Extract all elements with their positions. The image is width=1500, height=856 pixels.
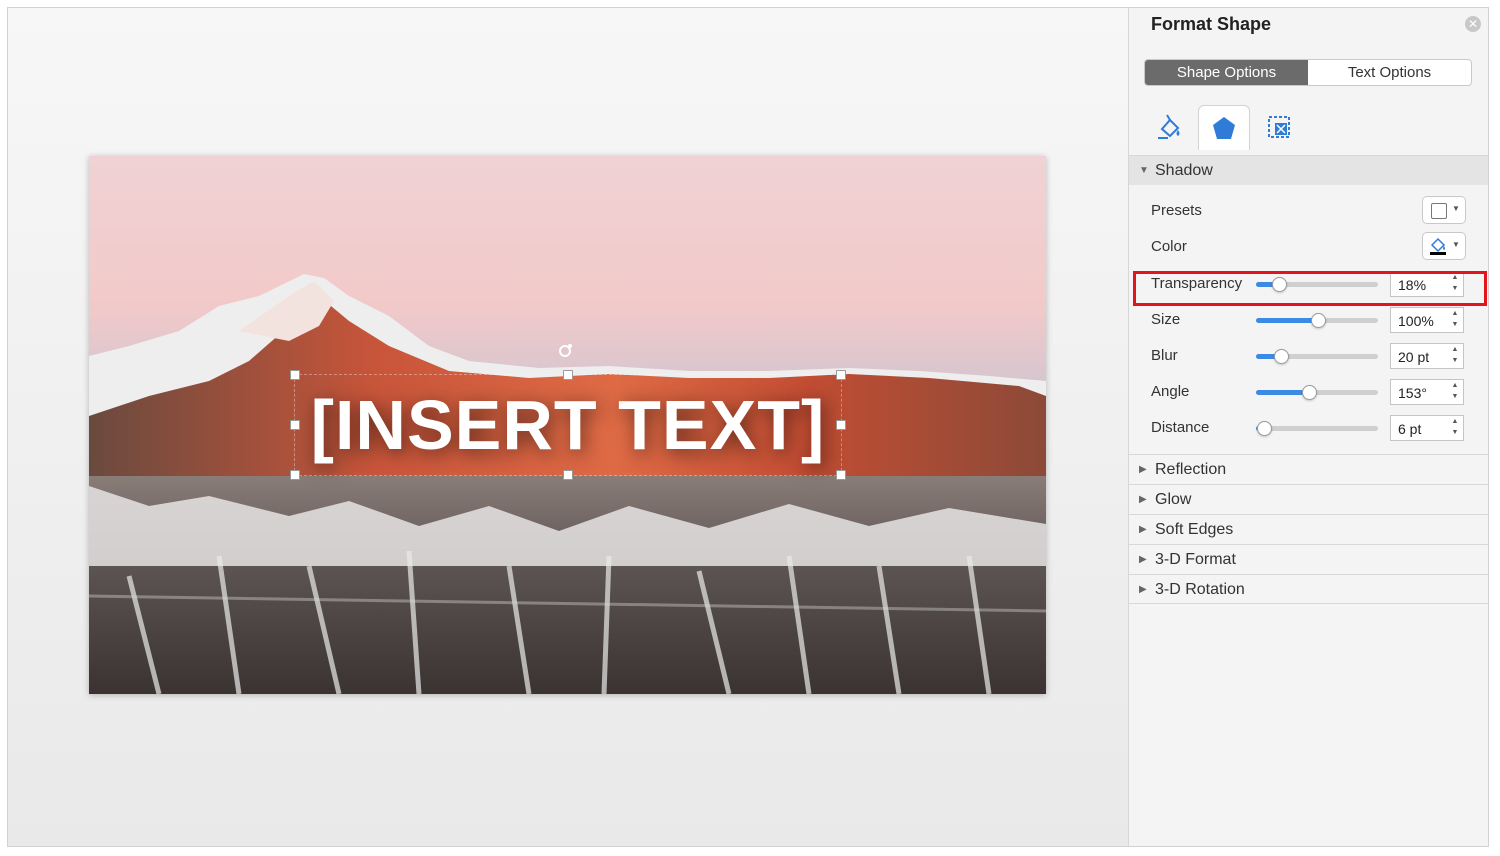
rotate-handle[interactable]: [559, 344, 572, 357]
tab-text-options[interactable]: Text Options: [1308, 60, 1471, 85]
tab-shape-options[interactable]: Shape Options: [1145, 60, 1308, 85]
resize-handle-bottom-left[interactable]: [290, 470, 300, 480]
resize-handle-top[interactable]: [563, 370, 573, 380]
chevron-down-icon: ▼: [1452, 204, 1460, 213]
transparency-highlight-box: [1133, 271, 1487, 306]
resize-handle-right[interactable]: [836, 420, 846, 430]
options-segmented-control: Shape Options Text Options: [1144, 59, 1472, 86]
distance-input[interactable]: 6 pt ▲ ▼: [1390, 415, 1464, 441]
text-box[interactable]: [INSERT TEXT]: [290, 370, 846, 480]
distance-label: Distance: [1151, 419, 1210, 436]
blur-label: Blur: [1151, 347, 1178, 364]
angle-label: Angle: [1151, 383, 1190, 400]
soft-edges-section-title: Soft Edges: [1155, 521, 1234, 538]
glow-section-title: Glow: [1155, 491, 1192, 508]
stepper-arrows-icon[interactable]: ▲ ▼: [1447, 344, 1463, 368]
glow-section-header[interactable]: ▶ Glow: [1129, 484, 1488, 514]
fill-line-icon[interactable]: [1144, 105, 1194, 149]
resize-handle-top-left[interactable]: [290, 370, 300, 380]
3d-format-section-title: 3-D Format: [1155, 551, 1236, 568]
color-dropdown[interactable]: ▼: [1422, 232, 1466, 260]
3d-rotation-section-header[interactable]: ▶ 3-D Rotation: [1129, 574, 1488, 604]
distance-value[interactable]: 6 pt: [1398, 421, 1421, 437]
resize-handle-bottom[interactable]: [563, 470, 573, 480]
size-slider[interactable]: [1256, 313, 1378, 328]
blur-row: Blur 20 pt ▲ ▼: [1129, 341, 1488, 371]
angle-input[interactable]: 153° ▲ ▼: [1390, 379, 1464, 405]
color-label: Color: [1151, 238, 1187, 255]
size-value[interactable]: 100%: [1398, 313, 1434, 329]
paint-bucket-icon: [1430, 237, 1446, 255]
slide-title-text[interactable]: [INSERT TEXT]: [295, 375, 841, 475]
disclosure-right-icon: ▶: [1139, 554, 1147, 565]
color-row: Color ▼: [1129, 232, 1488, 262]
shadow-section-header[interactable]: ▼ Shadow: [1129, 155, 1488, 185]
size-properties-icon[interactable]: [1254, 105, 1304, 149]
window: [INSERT TEXT] Format Shape ✕ Shape Optio…: [7, 7, 1489, 847]
reflection-section-title: Reflection: [1155, 461, 1227, 478]
disclosure-right-icon: ▶: [1139, 464, 1147, 475]
resize-handle-left[interactable]: [290, 420, 300, 430]
slider-knob[interactable]: [1311, 313, 1326, 328]
presets-row: Presets ▼: [1129, 196, 1488, 226]
slide[interactable]: [INSERT TEXT]: [89, 156, 1046, 694]
resize-handle-top-right[interactable]: [836, 370, 846, 380]
disclosure-right-icon: ▶: [1139, 494, 1147, 505]
blur-slider[interactable]: [1256, 349, 1378, 364]
resize-handle-bottom-right[interactable]: [836, 470, 846, 480]
slider-fill: [1256, 318, 1317, 323]
stepper-arrows-icon[interactable]: ▲ ▼: [1447, 308, 1463, 332]
disclosure-down-icon: ▼: [1139, 165, 1149, 176]
stepper-arrows-icon[interactable]: ▲ ▼: [1447, 380, 1463, 404]
category-icon-tabs: [1144, 105, 1308, 153]
slider-knob[interactable]: [1274, 349, 1290, 364]
angle-row: Angle 153° ▲ ▼: [1129, 377, 1488, 407]
angle-slider[interactable]: [1256, 385, 1378, 400]
blur-input[interactable]: 20 pt ▲ ▼: [1390, 343, 1464, 369]
shadow-preset-swatch: [1431, 203, 1447, 219]
chevron-down-icon: ▼: [1452, 240, 1460, 249]
presets-dropdown[interactable]: ▼: [1422, 196, 1466, 224]
size-row: Size 100% ▲ ▼: [1129, 305, 1488, 335]
stepper-arrows-icon[interactable]: ▲ ▼: [1447, 416, 1463, 440]
3d-rotation-section-title: 3-D Rotation: [1155, 581, 1245, 598]
presets-label: Presets: [1151, 202, 1202, 219]
effects-icon[interactable]: [1198, 105, 1250, 150]
slider-knob[interactable]: [1257, 421, 1273, 436]
blur-value[interactable]: 20 pt: [1398, 349, 1429, 365]
slider-knob[interactable]: [1301, 385, 1317, 400]
format-shape-panel: Format Shape ✕ Shape Options Text Option…: [1128, 8, 1488, 846]
angle-value[interactable]: 153°: [1398, 385, 1427, 401]
distance-slider[interactable]: [1256, 421, 1378, 436]
shadow-section-title: Shadow: [1155, 162, 1213, 179]
size-input[interactable]: 100% ▲ ▼: [1390, 307, 1464, 333]
panel-title: Format Shape: [1151, 14, 1272, 34]
slider-fill: [1256, 390, 1308, 395]
size-label: Size: [1151, 311, 1181, 328]
slide-canvas: [INSERT TEXT]: [8, 8, 1128, 846]
reflection-section-header[interactable]: ▶ Reflection: [1129, 454, 1488, 484]
soft-edges-section-header[interactable]: ▶ Soft Edges: [1129, 514, 1488, 544]
close-icon[interactable]: ✕: [1465, 16, 1481, 32]
distance-row: Distance 6 pt ▲ ▼: [1129, 413, 1488, 443]
disclosure-right-icon: ▶: [1139, 524, 1147, 535]
3d-format-section-header[interactable]: ▶ 3-D Format: [1129, 544, 1488, 574]
disclosure-right-icon: ▶: [1139, 584, 1147, 595]
